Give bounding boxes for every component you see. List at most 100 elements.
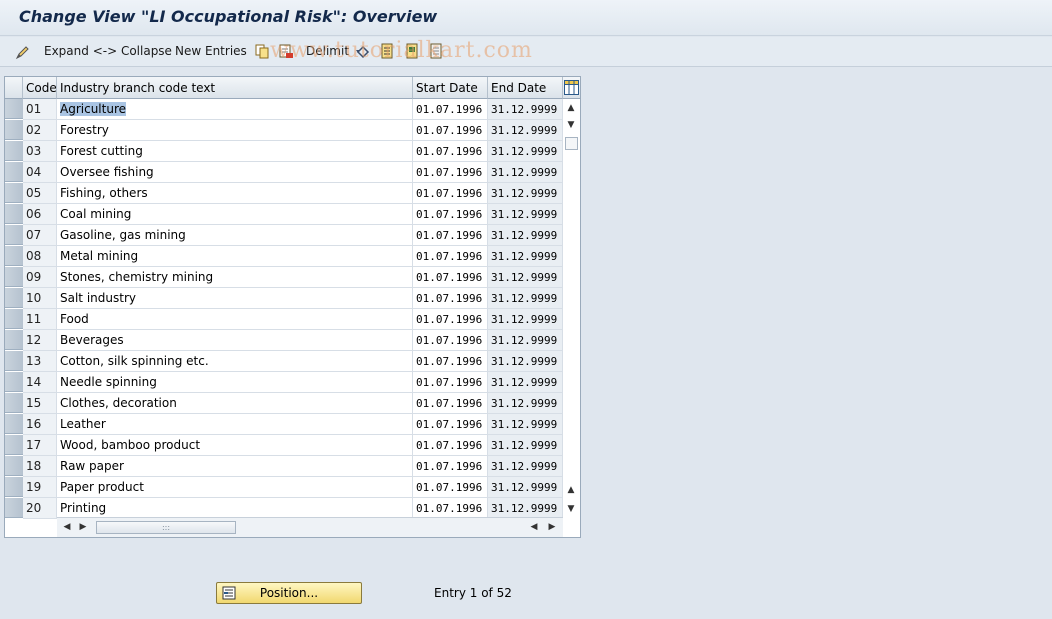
row-selector[interactable] <box>5 456 23 476</box>
row-selector[interactable] <box>5 330 23 350</box>
row-selector[interactable] <box>5 267 23 287</box>
end-date-cell[interactable]: 31.12.9999 <box>488 288 563 309</box>
table-row[interactable]: 05 Fishing, others 01.07.1996 31.12.9999 <box>5 183 563 204</box>
table-row[interactable]: 10 Salt industry 01.07.1996 31.12.9999 <box>5 288 563 309</box>
column-header-text[interactable]: Industry branch code text <box>57 77 413 99</box>
code-cell[interactable]: 04 <box>23 162 57 183</box>
end-date-cell[interactable]: 31.12.9999 <box>488 99 563 120</box>
end-date-cell[interactable]: 31.12.9999 <box>488 204 563 225</box>
start-date-cell[interactable]: 01.07.1996 <box>413 246 488 267</box>
code-cell[interactable]: 08 <box>23 246 57 267</box>
vertical-scrollbar[interactable]: ▲ ▼ ▲ ▼ <box>563 99 580 517</box>
start-date-cell[interactable]: 01.07.1996 <box>413 414 488 435</box>
row-selector[interactable] <box>5 288 23 308</box>
row-selector[interactable] <box>5 120 23 140</box>
branch-text-cell[interactable]: Forest cutting <box>57 141 413 162</box>
table-row[interactable]: 16 Leather 01.07.1996 31.12.9999 <box>5 414 563 435</box>
end-date-cell[interactable]: 31.12.9999 <box>488 120 563 141</box>
end-date-cell[interactable]: 31.12.9999 <box>488 141 563 162</box>
start-date-cell[interactable]: 01.07.1996 <box>413 99 488 120</box>
horizontal-scroll-thumb[interactable]: ::: <box>96 521 236 534</box>
code-cell[interactable]: 07 <box>23 225 57 246</box>
table-row[interactable]: 09 Stones, chemistry mining 01.07.1996 31.1… <box>5 267 563 288</box>
row-selector[interactable] <box>5 162 23 182</box>
expand-collapse-button[interactable]: Expand <-> Collapse <box>44 43 172 61</box>
table-row[interactable]: 19 Paper product 01.07.1996 31.12.9999 <box>5 477 563 498</box>
branch-text-cell[interactable]: Leather <box>57 414 413 435</box>
branch-text-cell[interactable]: Forestry <box>57 120 413 141</box>
start-date-cell[interactable]: 01.07.1996 <box>413 204 488 225</box>
branch-text-cell[interactable]: Needle spinning <box>57 372 413 393</box>
table-row[interactable]: 07 Gasoline, gas mining 01.07.1996 31.12.99… <box>5 225 563 246</box>
branch-text-cell[interactable]: Food <box>57 309 413 330</box>
code-cell[interactable]: 17 <box>23 435 57 456</box>
end-date-cell[interactable]: 31.12.9999 <box>488 393 563 414</box>
branch-text-cell[interactable]: Paper product <box>57 477 413 498</box>
scroll-up-icon[interactable]: ▲ <box>566 103 576 113</box>
table-row[interactable]: 08 Metal mining 01.07.1996 31.12.9999 <box>5 246 563 267</box>
branch-text-cell[interactable]: Gasoline, gas mining <box>57 225 413 246</box>
start-date-cell[interactable]: 01.07.1996 <box>413 288 488 309</box>
row-selector[interactable] <box>5 393 23 413</box>
code-cell[interactable]: 16 <box>23 414 57 435</box>
row-selector[interactable] <box>5 141 23 161</box>
end-date-cell[interactable]: 31.12.9999 <box>488 183 563 204</box>
scroll-thumb[interactable] <box>565 137 578 150</box>
start-date-cell[interactable]: 01.07.1996 <box>413 162 488 183</box>
branch-text-cell[interactable]: Fishing, others <box>57 183 413 204</box>
new-entries-button[interactable]: New Entries <box>175 43 247 61</box>
start-date-cell[interactable]: 01.07.1996 <box>413 477 488 498</box>
code-cell[interactable]: 12 <box>23 330 57 351</box>
table-row[interactable]: 17 Wood, bamboo product 01.07.1996 31.12.99… <box>5 435 563 456</box>
table-row[interactable]: 14 Needle spinning 01.07.1996 31.12.9999 <box>5 372 563 393</box>
page-up-icon[interactable]: ▲ <box>566 485 576 495</box>
table-row[interactable]: 12 Beverages 01.07.1996 31.12.9999 <box>5 330 563 351</box>
row-selector[interactable] <box>5 435 23 455</box>
position-button[interactable]: Position... <box>216 582 362 604</box>
code-cell[interactable]: 03 <box>23 141 57 162</box>
table-row[interactable]: 13 Cotton, silk spinning etc. 01.07.1996 31… <box>5 351 563 372</box>
table-settings-button[interactable] <box>563 77 580 99</box>
start-date-cell[interactable]: 01.07.1996 <box>413 120 488 141</box>
table-row[interactable]: 04 Oversee fishing 01.07.1996 31.12.9999 <box>5 162 563 183</box>
row-selector[interactable] <box>5 183 23 203</box>
page-down-icon[interactable]: ▼ <box>566 120 576 130</box>
start-date-cell[interactable]: 01.07.1996 <box>413 498 488 519</box>
horizontal-scrollbar[interactable]: ◀ ▶ ::: ◀ ▶ <box>57 517 563 537</box>
start-date-cell[interactable]: 01.07.1996 <box>413 456 488 477</box>
change-display-icon[interactable] <box>15 44 31 60</box>
end-date-cell[interactable]: 31.12.9999 <box>488 456 563 477</box>
row-selector[interactable] <box>5 372 23 392</box>
start-date-cell[interactable]: 01.07.1996 <box>413 309 488 330</box>
branch-text-cell[interactable]: Beverages <box>57 330 413 351</box>
branch-text-cell[interactable]: Agriculture <box>57 99 413 120</box>
end-date-cell[interactable]: 31.12.9999 <box>488 246 563 267</box>
row-selector[interactable] <box>5 351 23 371</box>
scroll-right-small-icon[interactable]: ▶ <box>78 522 88 532</box>
start-date-cell[interactable]: 01.07.1996 <box>413 330 488 351</box>
row-selector[interactable] <box>5 414 23 434</box>
code-cell[interactable]: 01 <box>23 99 57 120</box>
code-cell[interactable]: 18 <box>23 456 57 477</box>
end-date-cell[interactable]: 31.12.9999 <box>488 477 563 498</box>
end-date-cell[interactable]: 31.12.9999 <box>488 414 563 435</box>
row-selector[interactable] <box>5 498 23 518</box>
table-row[interactable]: 06 Coal mining 01.07.1996 31.12.9999 <box>5 204 563 225</box>
scroll-down-icon[interactable]: ▼ <box>566 504 576 514</box>
start-date-cell[interactable]: 01.07.1996 <box>413 183 488 204</box>
table-row[interactable]: 11 Food 01.07.1996 31.12.9999 <box>5 309 563 330</box>
scroll-left-icon[interactable]: ◀ <box>62 522 72 532</box>
table-row[interactable]: 18 Raw paper 01.07.1996 31.12.9999 <box>5 456 563 477</box>
end-date-cell[interactable]: 31.12.9999 <box>488 498 563 519</box>
row-selector[interactable] <box>5 309 23 329</box>
start-date-cell[interactable]: 01.07.1996 <box>413 267 488 288</box>
row-selector[interactable] <box>5 204 23 224</box>
branch-text-cell[interactable]: Metal mining <box>57 246 413 267</box>
table-row[interactable]: 01 Agriculture 01.07.1996 31.12.9999 <box>5 99 563 120</box>
row-selector[interactable] <box>5 225 23 245</box>
start-date-cell[interactable]: 01.07.1996 <box>413 372 488 393</box>
start-date-cell[interactable]: 01.07.1996 <box>413 435 488 456</box>
code-cell[interactable]: 15 <box>23 393 57 414</box>
branch-text-cell[interactable]: Clothes, decoration <box>57 393 413 414</box>
code-cell[interactable]: 02 <box>23 120 57 141</box>
